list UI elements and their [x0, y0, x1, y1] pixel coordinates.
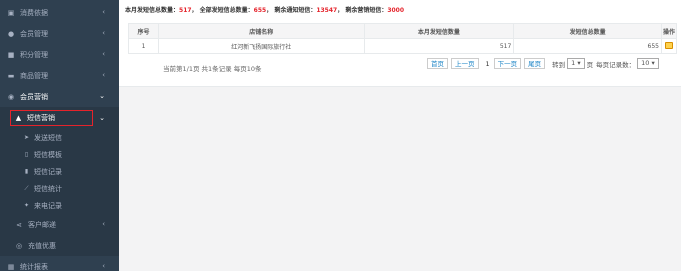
sidebar-item-label: 客户邮递 — [28, 220, 56, 229]
current-page: 1 — [485, 59, 490, 68]
sidebar-item-label: 发送短信 — [34, 133, 62, 142]
month-value: 517 — [179, 7, 192, 14]
gift-icon: ■ — [7, 50, 15, 59]
chevron-down-icon: ⌄ — [99, 114, 105, 122]
chevron-down-icon: ⌄ — [99, 92, 105, 100]
share-icon: ⋖ — [16, 220, 22, 229]
sidebar-item-label: 积分管理 — [20, 50, 48, 59]
sidebar-item-label: 短信模板 — [34, 150, 62, 159]
next-page-button[interactable]: 下一页 — [493, 58, 522, 69]
sidebar-item-goods[interactable]: ▬ 商品管理 ‹ — [0, 65, 119, 86]
chevron-left-icon: ‹ — [102, 50, 105, 58]
sidebar-item-label: 充值优惠 — [28, 241, 56, 250]
marketing-label: 剩余营销短信： — [345, 7, 388, 14]
chart-icon: ▦ — [7, 262, 15, 271]
pagination: 首页 上一页 1 下一页 尾页 转到 1 ▾ 页 每页记录数： 10 ▾ — [427, 58, 661, 69]
sidebar-item-label: 来电记录 — [34, 201, 62, 210]
sidebar-item-label: 商品管理 — [20, 71, 48, 80]
sidebar-item-call-records[interactable]: ✦ 来电记录 — [0, 197, 119, 214]
separator: ， — [337, 7, 344, 14]
user-icon: ● — [7, 29, 15, 38]
cart-icon: ▬ — [7, 71, 15, 80]
notice-value: 13547 — [316, 7, 338, 14]
goto-page-select[interactable]: 1 ▾ — [567, 58, 585, 69]
chevron-left-icon: ‹ — [102, 220, 105, 228]
sidebar-item-label: 会员营销 — [20, 92, 48, 101]
edit-icon[interactable] — [664, 41, 673, 49]
col-month-count: 本月发短信数量 — [363, 23, 515, 39]
sidebar-item-member[interactable]: ● 会员管理 ‹ — [0, 23, 119, 44]
marketing-value: 3000 — [387, 7, 405, 14]
goto-label: 转到 — [552, 60, 566, 69]
chevron-left-icon: ‹ — [102, 71, 105, 79]
per-page-select[interactable]: 10 ▾ — [637, 58, 659, 69]
sidebar-item-recharge[interactable]: ◎ 充值优惠 — [0, 235, 119, 256]
col-total-count: 发短信总数量 — [513, 23, 662, 39]
sms-panel: 本月发短信总数量：517， 全部发短信总数量：655， 剩余通知短信：13547… — [119, 0, 681, 87]
sidebar-item-customer-mail[interactable]: ⋖ 客户邮递 ‹ — [0, 214, 119, 235]
sidebar-item-label: 短信记录 — [34, 167, 62, 176]
sidebar-item-sms-records[interactable]: ▮ 短信记录 — [0, 163, 119, 180]
separator: ， — [266, 7, 273, 14]
sidebar-item-sms-stats[interactable]: ⟋ 短信统计 — [0, 180, 119, 197]
file-icon: ▯ — [24, 151, 29, 158]
sidebar-top: ▣ 消费依据 ‹ ● 会员管理 ‹ ■ 积分管理 ‹ ▬ 商品管理 ‹ ◉ 会员… — [0, 0, 119, 107]
sidebar-item-label: 短信统计 — [34, 184, 62, 193]
sidebar-item-label: 会员管理 — [20, 29, 48, 38]
last-page-button[interactable]: 尾页 — [524, 58, 546, 69]
sidebar-item-sms-template[interactable]: ▯ 短信模板 — [0, 146, 119, 163]
notice-label: 剩余通知短信： — [274, 7, 317, 14]
table-row[interactable]: 1 红河新飞扬国际旅行社 517 655 — [128, 38, 678, 54]
sidebar-item-label: 消费依据 — [20, 8, 48, 17]
sms-stats: 本月发短信总数量：517， 全部发短信总数量：655， 剩余通知短信：13547… — [125, 5, 404, 14]
marketing-submenu: ▲ 短信营销 ⌄ ➤ 发送短信 ▯ 短信模板 ▮ 短信记录 ⟋ 短信统计 ✦ 来… — [0, 107, 119, 256]
send-icon: ➤ — [23, 134, 30, 141]
prev-page-button[interactable]: 上一页 — [451, 58, 479, 69]
cell-index: 1 — [128, 38, 159, 54]
globe-icon: ◉ — [7, 92, 15, 101]
sidebar-item-points[interactable]: ■ 积分管理 ‹ — [0, 44, 119, 65]
cell-total-count: 655 — [513, 38, 662, 54]
main-content: 本月发短信总数量：517， 全部发短信总数量：655， 剩余通知短信：13547… — [119, 0, 681, 271]
sidebar-item-sms-marketing[interactable]: ▲ 短信营销 ⌄ — [0, 107, 119, 129]
highlight-box — [10, 110, 93, 126]
col-action: 操作 — [660, 23, 678, 39]
list-alt-icon: ▣ — [7, 8, 15, 17]
sidebar-item-consume[interactable]: ▣ 消费依据 ‹ — [0, 2, 119, 23]
first-page-button[interactable]: 首页 — [427, 58, 448, 69]
line-chart-icon: ⟋ — [24, 184, 29, 192]
sidebar-item-marketing[interactable]: ◉ 会员营销 ⌄ — [0, 86, 119, 107]
cell-month-count: 517 — [363, 38, 515, 54]
per-page-label: 每页记录数： — [596, 60, 636, 69]
sidebar-item-send-sms[interactable]: ➤ 发送短信 — [0, 129, 119, 146]
bar-chart-icon: ▮ — [24, 168, 29, 175]
sms-table: 序号 店铺名称 本月发短信数量 发短信总数量 操作 1 红河新飞扬国际旅行社 5… — [128, 23, 678, 54]
table-header-row: 序号 店铺名称 本月发短信数量 发短信总数量 操作 — [128, 23, 678, 39]
chevron-left-icon: ‹ — [102, 262, 105, 270]
sidebar-item-reports[interactable]: ▦ 统计报表 ‹ — [0, 256, 119, 277]
sidebar: ▣ 消费依据 ‹ ● 会员管理 ‹ ■ 积分管理 ‹ ▬ 商品管理 ‹ ◉ 会员… — [0, 0, 119, 271]
sidebar-item-label: 统计报表 — [20, 262, 48, 271]
chevron-left-icon: ‹ — [102, 29, 105, 37]
separator: ， — [191, 7, 198, 14]
eye-icon: ◎ — [15, 241, 23, 250]
col-index: 序号 — [128, 23, 159, 39]
twitter-icon: ✦ — [23, 202, 30, 209]
all-value: 655 — [253, 7, 267, 14]
cell-action — [660, 38, 678, 54]
chevron-left-icon: ‹ — [102, 8, 105, 16]
cell-store-name: 红河新飞扬国际旅行社 — [157, 38, 365, 54]
pager-info: 当前第1/1页 共1条记录 每页10条 — [163, 65, 262, 73]
col-store-name: 店铺名称 — [157, 23, 365, 39]
month-label: 本月发短信总数量： — [125, 7, 180, 14]
page-unit-label: 页 — [586, 60, 594, 69]
all-label: 全部发短信总数量： — [199, 7, 254, 14]
